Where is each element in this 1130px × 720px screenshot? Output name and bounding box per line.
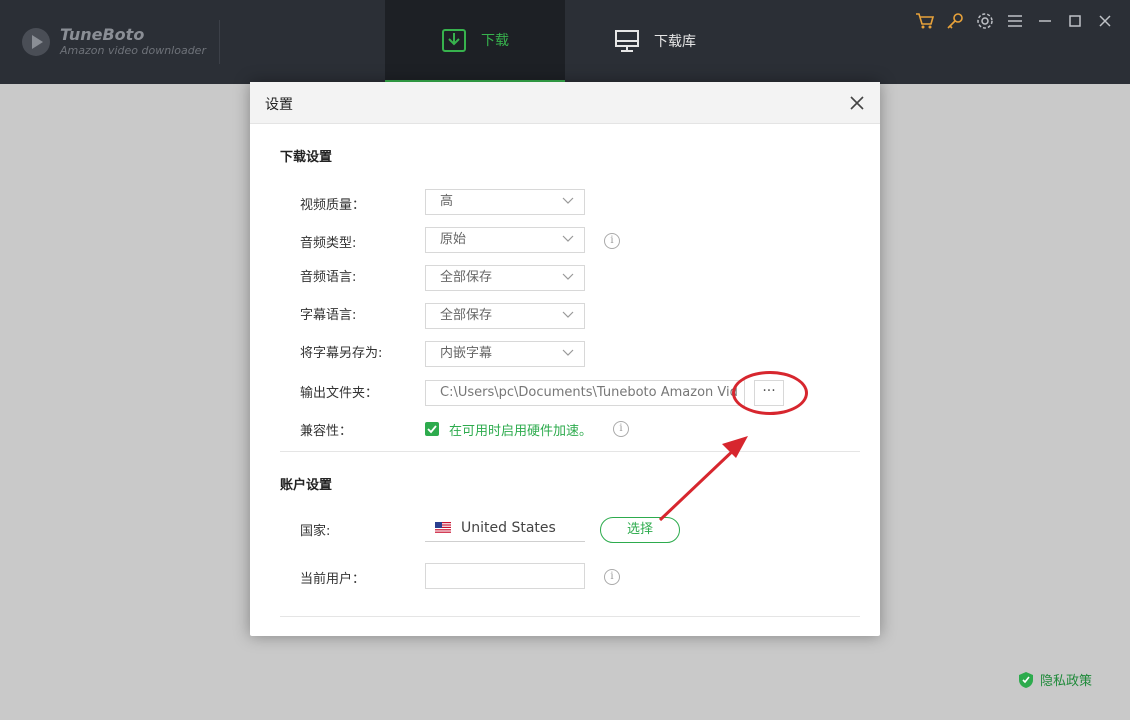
save-subtitle-as-select[interactable]: 内嵌字幕 <box>425 341 585 367</box>
current-user-input[interactable] <box>425 563 585 589</box>
brand: TuneBoto Amazon video downloader <box>20 20 220 64</box>
save-subtitle-as-label: 将字幕另存为: <box>300 346 383 361</box>
settings-dialog: 设置 下载设置 视频质量： 高 音频类型: 原始 i 音频语言: 全部保存 字幕… <box>250 82 880 636</box>
info-icon[interactable]: i <box>604 569 620 585</box>
annotation-circle <box>732 371 808 415</box>
chevron-down-icon <box>562 273 574 280</box>
subtitle-language-label: 字幕语言: <box>300 308 357 323</box>
hardware-acceleration-checkbox[interactable] <box>425 422 439 436</box>
chevron-down-icon <box>562 235 574 242</box>
annotation-arrow <box>658 436 748 522</box>
output-folder-input[interactable]: C:\Users\pc\Documents\Tuneboto Amazon Vi… <box>425 380 745 406</box>
section-divider <box>280 451 860 452</box>
video-quality-value: 高 <box>440 194 454 209</box>
compatibility-label: 兼容性： <box>300 424 353 439</box>
chevron-down-icon <box>562 311 574 318</box>
key-icon[interactable] <box>940 10 970 32</box>
country-label: 国家: <box>300 524 331 539</box>
us-flag-icon <box>435 522 451 533</box>
tab-library[interactable]: 下载库 <box>565 0 745 82</box>
info-icon[interactable]: i <box>604 233 620 249</box>
audio-language-label: 音频语言: <box>300 270 357 285</box>
audio-language-select[interactable]: 全部保存 <box>425 265 585 291</box>
audio-type-value: 原始 <box>440 232 467 247</box>
section-divider <box>280 616 860 617</box>
audio-language-value: 全部保存 <box>440 270 493 285</box>
chevron-down-icon <box>562 349 574 356</box>
tab-download-label: 下载 <box>481 33 509 49</box>
checkmark-icon <box>427 425 437 434</box>
audio-type-select[interactable]: 原始 <box>425 227 585 253</box>
info-icon[interactable]: i <box>613 421 629 437</box>
app-logo-icon <box>22 28 50 56</box>
country-value: United States <box>461 519 556 536</box>
privacy-policy-label: 隐私政策 <box>1040 674 1093 689</box>
cart-icon[interactable] <box>910 10 940 32</box>
chevron-down-icon <box>562 197 574 204</box>
gear-icon[interactable] <box>970 10 1000 32</box>
monitor-icon <box>614 29 640 53</box>
close-icon[interactable] <box>1090 10 1120 32</box>
maximize-icon[interactable] <box>1060 10 1090 32</box>
dialog-close-icon[interactable] <box>848 94 866 112</box>
current-user-label: 当前用户： <box>300 572 366 587</box>
download-icon <box>441 27 467 53</box>
window-controls <box>910 10 1120 32</box>
account-settings-title: 账户设置 <box>280 478 333 493</box>
download-settings-title: 下载设置 <box>280 150 333 165</box>
menu-icon[interactable] <box>1000 10 1030 32</box>
title-bar: TuneBoto Amazon video downloader 下载 下载库 <box>0 0 1130 84</box>
dialog-header: 设置 <box>250 82 880 124</box>
subtitle-language-select[interactable]: 全部保存 <box>425 303 585 329</box>
video-quality-label: 视频质量： <box>300 198 366 213</box>
save-subtitle-as-value: 内嵌字幕 <box>440 346 493 361</box>
privacy-policy-link[interactable]: 隐私政策 <box>1018 670 1092 689</box>
country-display: United States <box>425 514 585 542</box>
app-name: TuneBoto <box>60 25 145 44</box>
output-folder-label: 输出文件夹： <box>300 386 379 401</box>
shield-icon <box>1019 671 1033 688</box>
subtitle-language-value: 全部保存 <box>440 308 493 323</box>
tab-library-label: 下载库 <box>654 34 696 50</box>
tab-download[interactable]: 下载 <box>385 0 565 82</box>
audio-type-label: 音频类型: <box>300 236 357 251</box>
app-subtitle: Amazon video downloader <box>60 44 206 57</box>
dialog-title: 设置 <box>265 97 293 113</box>
hardware-acceleration-label[interactable]: 在可用时启用硬件加速。 <box>449 420 592 439</box>
minimize-icon[interactable] <box>1030 10 1060 32</box>
video-quality-select[interactable]: 高 <box>425 189 585 215</box>
